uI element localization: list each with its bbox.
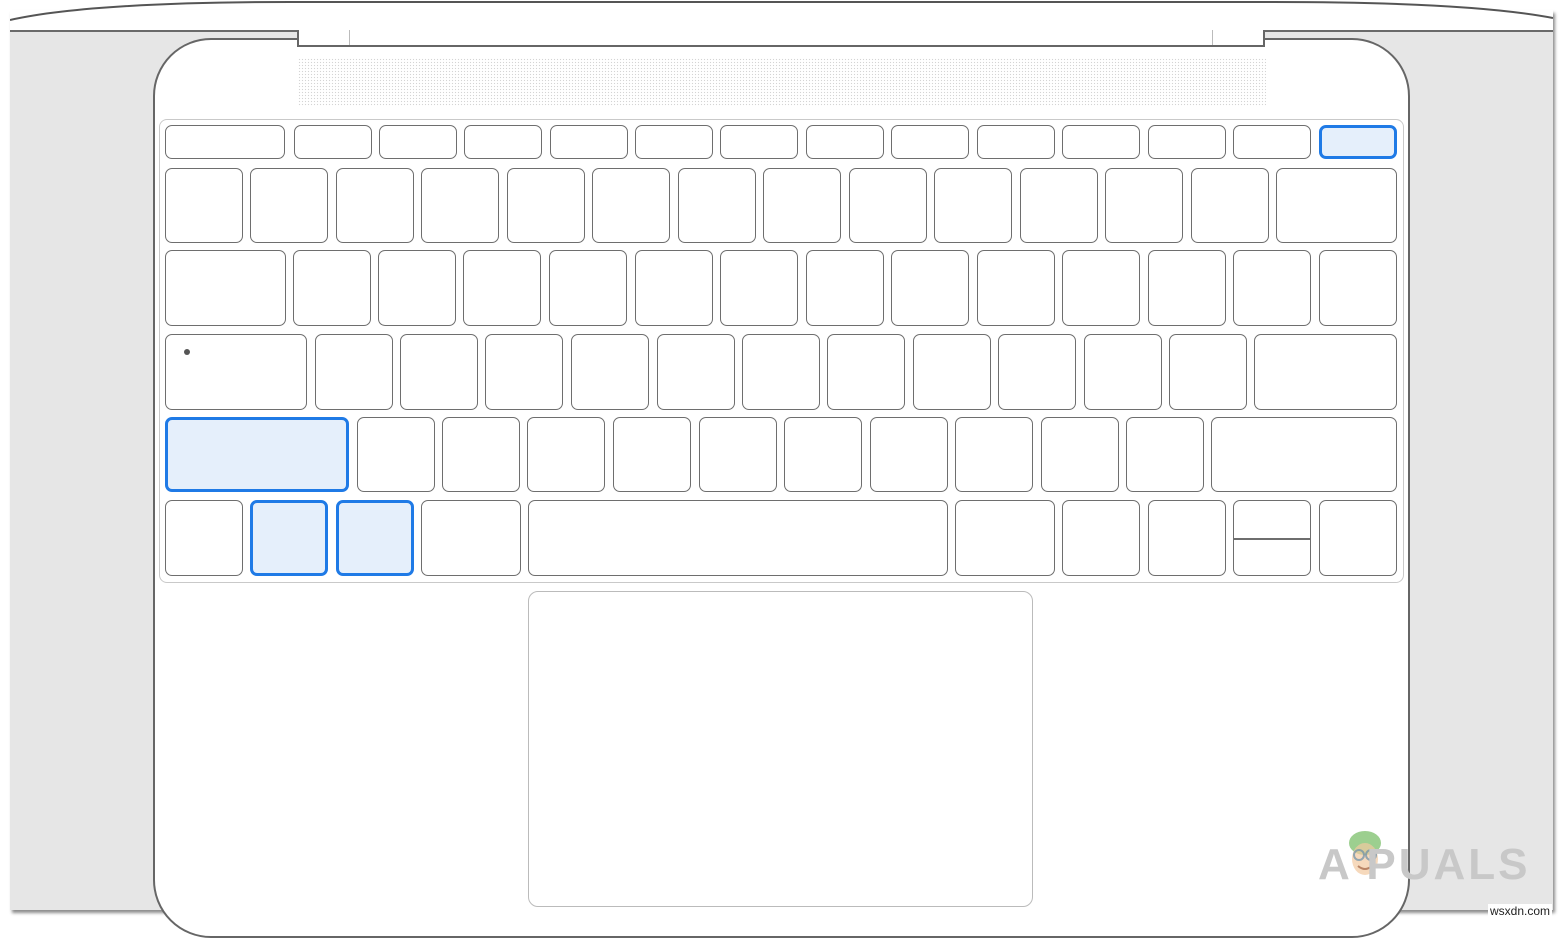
key-f[interactable] (571, 334, 649, 410)
key-f7[interactable] (806, 125, 884, 159)
key-esc[interactable] (165, 125, 285, 159)
key-f10[interactable] (1062, 125, 1140, 159)
speaker-grille (298, 58, 1266, 106)
key-key[interactable] (1084, 334, 1162, 410)
key-i[interactable] (891, 250, 969, 326)
key-key[interactable] (1233, 250, 1311, 326)
trackpad[interactable] (528, 591, 1033, 907)
key-tab[interactable] (165, 250, 286, 326)
key-return[interactable] (1254, 334, 1397, 410)
key-0[interactable] (1020, 168, 1098, 243)
key-f5[interactable] (635, 125, 713, 159)
key-power[interactable] (1319, 125, 1397, 159)
key-f9[interactable] (977, 125, 1055, 159)
key-control[interactable] (250, 500, 328, 576)
key-key[interactable] (1148, 250, 1226, 326)
key-z[interactable] (357, 417, 435, 492)
key-d[interactable] (485, 334, 563, 410)
key-a[interactable] (315, 334, 393, 410)
key-9[interactable] (934, 168, 1012, 243)
hinge (297, 30, 1265, 47)
key-6[interactable] (678, 168, 756, 243)
key-left-arrow[interactable] (1148, 500, 1226, 576)
key-option[interactable] (336, 500, 414, 576)
key-right-arrow[interactable] (1319, 500, 1397, 576)
key-s[interactable] (400, 334, 478, 410)
watermark: A PUALS (1318, 840, 1531, 889)
key-command[interactable] (421, 500, 521, 576)
key-l[interactable] (998, 334, 1076, 410)
key-b[interactable] (699, 417, 777, 492)
key-m[interactable] (870, 417, 948, 492)
key-key[interactable] (1041, 417, 1119, 492)
divider (1234, 538, 1310, 540)
key-w[interactable] (378, 250, 456, 326)
key-r[interactable] (549, 250, 627, 326)
key-3[interactable] (421, 168, 499, 243)
key-5[interactable] (592, 168, 670, 243)
key-4[interactable] (507, 168, 585, 243)
key-key[interactable] (1191, 168, 1269, 243)
key-key[interactable] (1105, 168, 1183, 243)
key-v[interactable] (613, 417, 691, 492)
key-u[interactable] (806, 250, 884, 326)
key-h[interactable] (742, 334, 820, 410)
key-f3[interactable] (464, 125, 542, 159)
key-n[interactable] (784, 417, 862, 492)
key-7[interactable] (763, 168, 841, 243)
lid-curve (10, 0, 1553, 21)
key-delete[interactable] (1276, 168, 1397, 243)
key-y[interactable] (720, 250, 798, 326)
key-f6[interactable] (720, 125, 798, 159)
key-key[interactable] (1169, 334, 1247, 410)
key-f2[interactable] (379, 125, 457, 159)
key-fn[interactable] (165, 500, 243, 576)
key-p[interactable] (1062, 250, 1140, 326)
key-command[interactable] (955, 500, 1055, 576)
key-option[interactable] (1062, 500, 1140, 576)
key-up-down-arrows[interactable] (1233, 500, 1311, 576)
caps-lock-indicator (184, 349, 190, 355)
key-q[interactable] (293, 250, 371, 326)
key-space[interactable] (528, 500, 948, 576)
key-2[interactable] (336, 168, 414, 243)
key-f12[interactable] (1233, 125, 1311, 159)
key-key[interactable] (165, 168, 243, 243)
credit-text: wsxdn.com (1488, 904, 1553, 918)
key-k[interactable] (913, 334, 991, 410)
key-key[interactable] (1319, 250, 1397, 326)
key-f1[interactable] (294, 125, 372, 159)
key-c[interactable] (527, 417, 605, 492)
key-8[interactable] (849, 168, 927, 243)
key-e[interactable] (463, 250, 541, 326)
key-key[interactable] (955, 417, 1033, 492)
key-shift[interactable] (165, 417, 349, 492)
key-j[interactable] (827, 334, 905, 410)
key-shift[interactable] (1211, 417, 1397, 492)
key-f4[interactable] (550, 125, 628, 159)
key-caps-lock[interactable] (165, 334, 307, 410)
key-1[interactable] (250, 168, 328, 243)
key-g[interactable] (657, 334, 735, 410)
key-x[interactable] (442, 417, 520, 492)
key-f8[interactable] (891, 125, 969, 159)
key-key[interactable] (1126, 417, 1204, 492)
key-o[interactable] (977, 250, 1055, 326)
key-f11[interactable] (1148, 125, 1226, 159)
key-t[interactable] (635, 250, 713, 326)
